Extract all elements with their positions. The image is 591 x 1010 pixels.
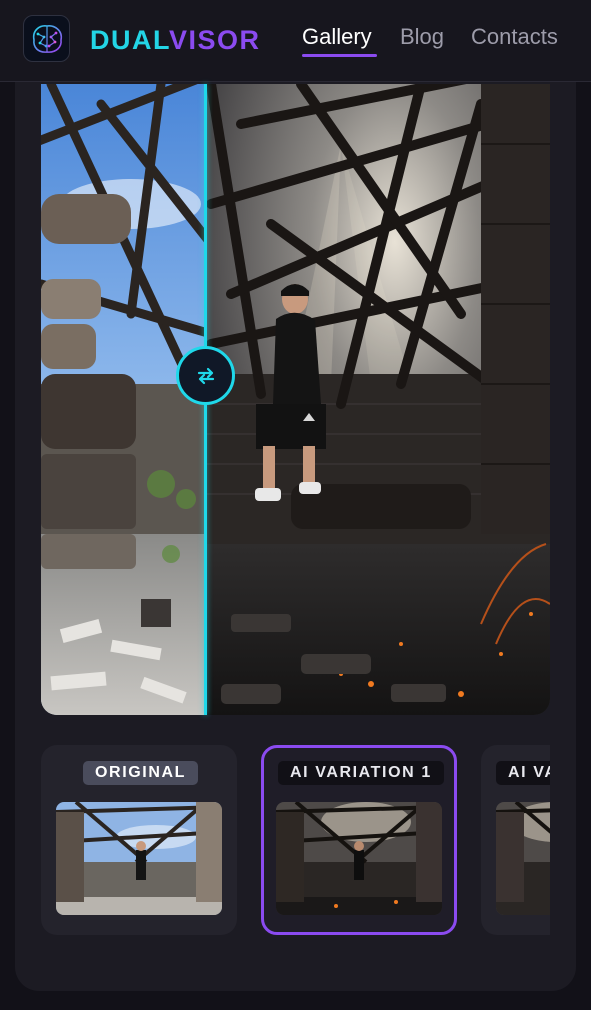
thumbnail-image xyxy=(276,802,442,915)
comparison-slider-handle[interactable] xyxy=(176,346,235,405)
thumbnail-image xyxy=(56,802,222,915)
active-nav-underline xyxy=(302,54,377,57)
nav-gallery[interactable]: Gallery xyxy=(302,22,372,52)
comparison-photo xyxy=(41,84,550,715)
brand-name[interactable]: DUALVISOR xyxy=(90,24,261,56)
thumbnail-label: AI VA xyxy=(496,761,550,785)
before-after-viewer[interactable] xyxy=(41,84,550,715)
brand-part-dual: DUAL xyxy=(90,25,169,55)
thumbnail-image xyxy=(496,802,550,915)
variation-thumbnails[interactable]: ORIGINAL AI VARIATION 1 AI V xyxy=(41,745,550,935)
brain-logo-icon[interactable] xyxy=(23,15,70,62)
thumbnail-label: AI VARIATION 1 xyxy=(278,761,444,785)
top-bar: DUALVISOR Gallery Blog Contacts xyxy=(0,0,591,82)
swap-arrows-icon xyxy=(197,367,214,384)
thumbnail-original[interactable]: ORIGINAL xyxy=(41,745,237,935)
thumbnail-ai-variation-1[interactable]: AI VARIATION 1 xyxy=(261,745,457,935)
nav-contacts[interactable]: Contacts xyxy=(471,22,558,52)
thumbnail-ai-variation-2[interactable]: AI VA xyxy=(481,745,550,935)
thumbnail-label: ORIGINAL xyxy=(83,761,199,785)
brand-part-visor: VISOR xyxy=(168,25,261,55)
nav-blog[interactable]: Blog xyxy=(400,22,444,52)
